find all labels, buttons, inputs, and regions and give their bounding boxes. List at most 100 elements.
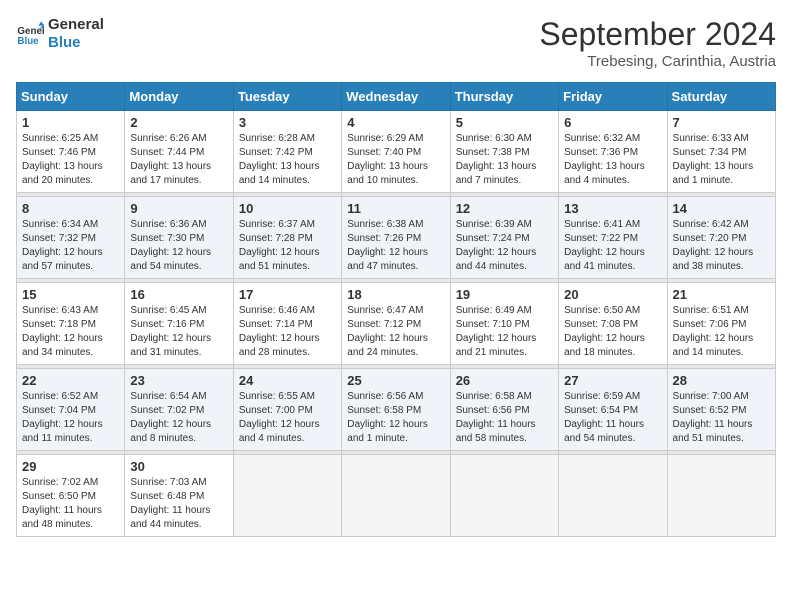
calendar-row: 22 Sunrise: 6:52 AM Sunset: 7:04 PM Dayl… — [17, 369, 776, 451]
calendar-cell: 6 Sunrise: 6:32 AM Sunset: 7:36 PM Dayli… — [559, 111, 667, 193]
calendar-cell: 2 Sunrise: 6:26 AM Sunset: 7:44 PM Dayli… — [125, 111, 233, 193]
svg-text:Blue: Blue — [17, 36, 39, 47]
calendar-cell: 27 Sunrise: 6:59 AM Sunset: 6:54 PM Dayl… — [559, 369, 667, 451]
cell-info: Sunrise: 6:54 AM Sunset: 7:02 PM Dayligh… — [130, 390, 227, 446]
day-number: 12 — [456, 201, 553, 216]
logo-line2: Blue — [48, 34, 104, 52]
calendar-cell: 15 Sunrise: 6:43 AM Sunset: 7:18 PM Dayl… — [17, 283, 125, 365]
cell-info: Sunrise: 6:56 AM Sunset: 6:58 PM Dayligh… — [347, 390, 444, 446]
calendar-cell: 21 Sunrise: 6:51 AM Sunset: 7:06 PM Dayl… — [667, 283, 775, 365]
cell-info: Sunrise: 6:51 AM Sunset: 7:06 PM Dayligh… — [673, 304, 770, 360]
cell-info: Sunrise: 6:59 AM Sunset: 6:54 PM Dayligh… — [564, 390, 661, 446]
calendar-cell: 4 Sunrise: 6:29 AM Sunset: 7:40 PM Dayli… — [342, 111, 450, 193]
calendar-cell: 5 Sunrise: 6:30 AM Sunset: 7:38 PM Dayli… — [450, 111, 558, 193]
calendar-row: 1 Sunrise: 6:25 AM Sunset: 7:46 PM Dayli… — [17, 111, 776, 193]
calendar-table: Sunday Monday Tuesday Wednesday Thursday… — [16, 82, 776, 537]
col-wednesday: Wednesday — [342, 83, 450, 111]
day-number: 23 — [130, 373, 227, 388]
calendar-row: 8 Sunrise: 6:34 AM Sunset: 7:32 PM Dayli… — [17, 197, 776, 279]
col-monday: Monday — [125, 83, 233, 111]
cell-info: Sunrise: 6:33 AM Sunset: 7:34 PM Dayligh… — [673, 132, 770, 188]
calendar-cell: 9 Sunrise: 6:36 AM Sunset: 7:30 PM Dayli… — [125, 197, 233, 279]
col-friday: Friday — [559, 83, 667, 111]
col-sunday: Sunday — [17, 83, 125, 111]
day-number: 19 — [456, 287, 553, 302]
calendar-cell — [450, 455, 558, 537]
cell-info: Sunrise: 6:52 AM Sunset: 7:04 PM Dayligh… — [22, 390, 119, 446]
cell-info: Sunrise: 7:00 AM Sunset: 6:52 PM Dayligh… — [673, 390, 770, 446]
logo: General Blue General Blue — [16, 16, 104, 52]
cell-info: Sunrise: 6:46 AM Sunset: 7:14 PM Dayligh… — [239, 304, 336, 360]
day-number: 10 — [239, 201, 336, 216]
calendar-cell: 7 Sunrise: 6:33 AM Sunset: 7:34 PM Dayli… — [667, 111, 775, 193]
day-number: 8 — [22, 201, 119, 216]
cell-info: Sunrise: 7:02 AM Sunset: 6:50 PM Dayligh… — [22, 476, 119, 532]
cell-info: Sunrise: 6:41 AM Sunset: 7:22 PM Dayligh… — [564, 218, 661, 274]
cell-info: Sunrise: 7:03 AM Sunset: 6:48 PM Dayligh… — [130, 476, 227, 532]
calendar-cell: 23 Sunrise: 6:54 AM Sunset: 7:02 PM Dayl… — [125, 369, 233, 451]
calendar-cell: 30 Sunrise: 7:03 AM Sunset: 6:48 PM Dayl… — [125, 455, 233, 537]
day-number: 13 — [564, 201, 661, 216]
calendar-cell — [233, 455, 341, 537]
day-number: 18 — [347, 287, 444, 302]
day-number: 3 — [239, 115, 336, 130]
calendar-cell: 10 Sunrise: 6:37 AM Sunset: 7:28 PM Dayl… — [233, 197, 341, 279]
day-number: 2 — [130, 115, 227, 130]
cell-info: Sunrise: 6:26 AM Sunset: 7:44 PM Dayligh… — [130, 132, 227, 188]
cell-info: Sunrise: 6:49 AM Sunset: 7:10 PM Dayligh… — [456, 304, 553, 360]
day-number: 22 — [22, 373, 119, 388]
calendar-cell: 18 Sunrise: 6:47 AM Sunset: 7:12 PM Dayl… — [342, 283, 450, 365]
calendar-cell: 3 Sunrise: 6:28 AM Sunset: 7:42 PM Dayli… — [233, 111, 341, 193]
day-number: 6 — [564, 115, 661, 130]
page-header: General Blue General Blue September 2024… — [16, 16, 776, 70]
day-number: 14 — [673, 201, 770, 216]
calendar-cell: 28 Sunrise: 7:00 AM Sunset: 6:52 PM Dayl… — [667, 369, 775, 451]
cell-info: Sunrise: 6:39 AM Sunset: 7:24 PM Dayligh… — [456, 218, 553, 274]
day-number: 26 — [456, 373, 553, 388]
calendar-cell: 26 Sunrise: 6:58 AM Sunset: 6:56 PM Dayl… — [450, 369, 558, 451]
location-subtitle: Trebesing, Carinthia, Austria — [539, 53, 776, 70]
calendar-cell: 11 Sunrise: 6:38 AM Sunset: 7:26 PM Dayl… — [342, 197, 450, 279]
cell-info: Sunrise: 6:34 AM Sunset: 7:32 PM Dayligh… — [22, 218, 119, 274]
day-number: 17 — [239, 287, 336, 302]
calendar-cell: 24 Sunrise: 6:55 AM Sunset: 7:00 PM Dayl… — [233, 369, 341, 451]
calendar-cell: 13 Sunrise: 6:41 AM Sunset: 7:22 PM Dayl… — [559, 197, 667, 279]
calendar-cell — [342, 455, 450, 537]
calendar-cell: 17 Sunrise: 6:46 AM Sunset: 7:14 PM Dayl… — [233, 283, 341, 365]
cell-info: Sunrise: 6:29 AM Sunset: 7:40 PM Dayligh… — [347, 132, 444, 188]
cell-info: Sunrise: 6:43 AM Sunset: 7:18 PM Dayligh… — [22, 304, 119, 360]
calendar-cell: 14 Sunrise: 6:42 AM Sunset: 7:20 PM Dayl… — [667, 197, 775, 279]
day-number: 4 — [347, 115, 444, 130]
day-number: 16 — [130, 287, 227, 302]
cell-info: Sunrise: 6:37 AM Sunset: 7:28 PM Dayligh… — [239, 218, 336, 274]
calendar-cell — [667, 455, 775, 537]
day-number: 15 — [22, 287, 119, 302]
cell-info: Sunrise: 6:45 AM Sunset: 7:16 PM Dayligh… — [130, 304, 227, 360]
cell-info: Sunrise: 6:42 AM Sunset: 7:20 PM Dayligh… — [673, 218, 770, 274]
cell-info: Sunrise: 6:28 AM Sunset: 7:42 PM Dayligh… — [239, 132, 336, 188]
header-row: Sunday Monday Tuesday Wednesday Thursday… — [17, 83, 776, 111]
day-number: 20 — [564, 287, 661, 302]
day-number: 21 — [673, 287, 770, 302]
cell-info: Sunrise: 6:55 AM Sunset: 7:00 PM Dayligh… — [239, 390, 336, 446]
col-thursday: Thursday — [450, 83, 558, 111]
day-number: 1 — [22, 115, 119, 130]
month-title: September 2024 — [539, 16, 776, 53]
cell-info: Sunrise: 6:30 AM Sunset: 7:38 PM Dayligh… — [456, 132, 553, 188]
cell-info: Sunrise: 6:58 AM Sunset: 6:56 PM Dayligh… — [456, 390, 553, 446]
day-number: 27 — [564, 373, 661, 388]
cell-info: Sunrise: 6:47 AM Sunset: 7:12 PM Dayligh… — [347, 304, 444, 360]
col-tuesday: Tuesday — [233, 83, 341, 111]
cell-info: Sunrise: 6:32 AM Sunset: 7:36 PM Dayligh… — [564, 132, 661, 188]
calendar-cell: 12 Sunrise: 6:39 AM Sunset: 7:24 PM Dayl… — [450, 197, 558, 279]
calendar-cell: 25 Sunrise: 6:56 AM Sunset: 6:58 PM Dayl… — [342, 369, 450, 451]
logo-line1: General — [48, 16, 104, 34]
logo-icon: General Blue — [16, 20, 44, 48]
day-number: 29 — [22, 459, 119, 474]
day-number: 11 — [347, 201, 444, 216]
day-number: 30 — [130, 459, 227, 474]
day-number: 24 — [239, 373, 336, 388]
calendar-cell: 29 Sunrise: 7:02 AM Sunset: 6:50 PM Dayl… — [17, 455, 125, 537]
day-number: 9 — [130, 201, 227, 216]
calendar-cell — [559, 455, 667, 537]
